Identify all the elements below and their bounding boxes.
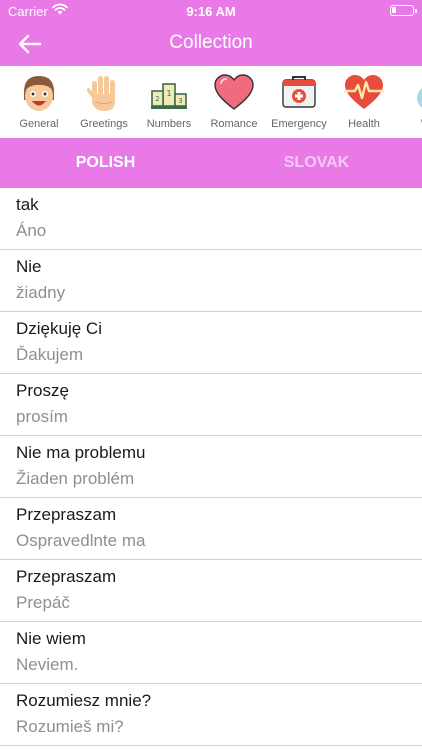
slovak-translation: Neviem. bbox=[16, 655, 79, 674]
list-item[interactable]: Nie wiem Neviem. bbox=[0, 622, 422, 684]
first-aid-icon bbox=[282, 76, 316, 108]
slovak-translation: Žiaden problém bbox=[16, 469, 135, 488]
slovak-translation: žiadny bbox=[16, 283, 66, 302]
category-label: Health bbox=[348, 118, 380, 130]
heart-icon bbox=[214, 74, 254, 110]
tab-slovak[interactable]: SLOVAK bbox=[211, 138, 422, 188]
polish-phrase: Nie wiem bbox=[16, 629, 86, 648]
nav-bar: Collection bbox=[0, 22, 422, 66]
page-title: Collection bbox=[169, 32, 253, 53]
polish-phrase: Rozumiesz mnie? bbox=[16, 691, 152, 710]
category-partial[interactable]: We bbox=[398, 72, 422, 132]
list-item[interactable]: Nie žiadny bbox=[0, 250, 422, 312]
svg-text:3: 3 bbox=[178, 97, 182, 105]
phrase-list[interactable]: tak Áno Nie žiadny Dziękuję Ci Ďakujem P… bbox=[0, 188, 422, 750]
list-item[interactable]: Dziękuję Ci Ďakujem bbox=[0, 312, 422, 374]
clock: 9:16 AM bbox=[186, 4, 236, 19]
category-label: We bbox=[398, 118, 422, 130]
polish-phrase: Dziękuję Ci bbox=[16, 319, 102, 338]
face-icon bbox=[24, 76, 54, 111]
category-strip[interactable]: General Greetings 1 2 3 Numbers Romance … bbox=[0, 66, 422, 136]
slovak-translation: prosím bbox=[16, 407, 68, 426]
svg-text:2: 2 bbox=[155, 95, 159, 103]
category-romance[interactable]: Romance bbox=[203, 72, 265, 132]
category-greetings[interactable]: Greetings bbox=[73, 72, 135, 132]
tab-polish[interactable]: POLISH bbox=[0, 138, 211, 188]
category-health[interactable]: Health bbox=[333, 72, 395, 132]
slovak-translation: Ďakujem bbox=[16, 345, 84, 364]
category-general[interactable]: General bbox=[8, 72, 70, 132]
hand-icon bbox=[86, 76, 115, 111]
podium-icon: 1 2 3 bbox=[151, 83, 187, 109]
polish-phrase: Przepraszam bbox=[16, 567, 117, 586]
language-tabs: POLISH SLOVAK bbox=[0, 138, 422, 188]
polish-phrase: Nie bbox=[16, 257, 42, 276]
category-label: Numbers bbox=[146, 118, 192, 130]
polish-phrase: tak bbox=[16, 195, 39, 214]
slovak-translation: Áno bbox=[16, 221, 47, 240]
category-label: Greetings bbox=[80, 118, 128, 130]
list-item[interactable]: Przepraszam Prepáč bbox=[0, 560, 422, 622]
category-label: Romance bbox=[210, 118, 258, 130]
list-item[interactable]: Rozumiesz mnie? Rozumieš mi? bbox=[0, 684, 422, 746]
partial-icon bbox=[417, 88, 422, 108]
category-label: Emergency bbox=[271, 118, 327, 130]
polish-phrase: Proszę bbox=[16, 381, 69, 400]
polish-phrase: Przepraszam bbox=[16, 505, 117, 524]
heartbeat-icon bbox=[344, 75, 384, 109]
slovak-translation: Prepáč bbox=[16, 593, 70, 612]
category-numbers[interactable]: 1 2 3 Numbers bbox=[138, 72, 200, 132]
battery-icon bbox=[390, 5, 417, 16]
svg-text:1: 1 bbox=[166, 89, 171, 98]
list-item[interactable]: Nie ma problemu Žiaden problém bbox=[0, 436, 422, 498]
status-bar: Carrier 9:16 AM bbox=[0, 0, 422, 22]
slovak-translation: Rozumieš mi? bbox=[16, 717, 124, 736]
category-emergency[interactable]: Emergency bbox=[268, 72, 330, 132]
polish-phrase: Nie ma problemu bbox=[16, 443, 146, 462]
list-item[interactable]: Przepraszam Ospravedlnte ma bbox=[0, 498, 422, 560]
list-item[interactable]: Proszę prosím bbox=[0, 374, 422, 436]
list-item[interactable]: tak Áno bbox=[0, 188, 422, 250]
category-label: General bbox=[19, 118, 59, 130]
slovak-translation: Ospravedlnte ma bbox=[16, 531, 146, 550]
